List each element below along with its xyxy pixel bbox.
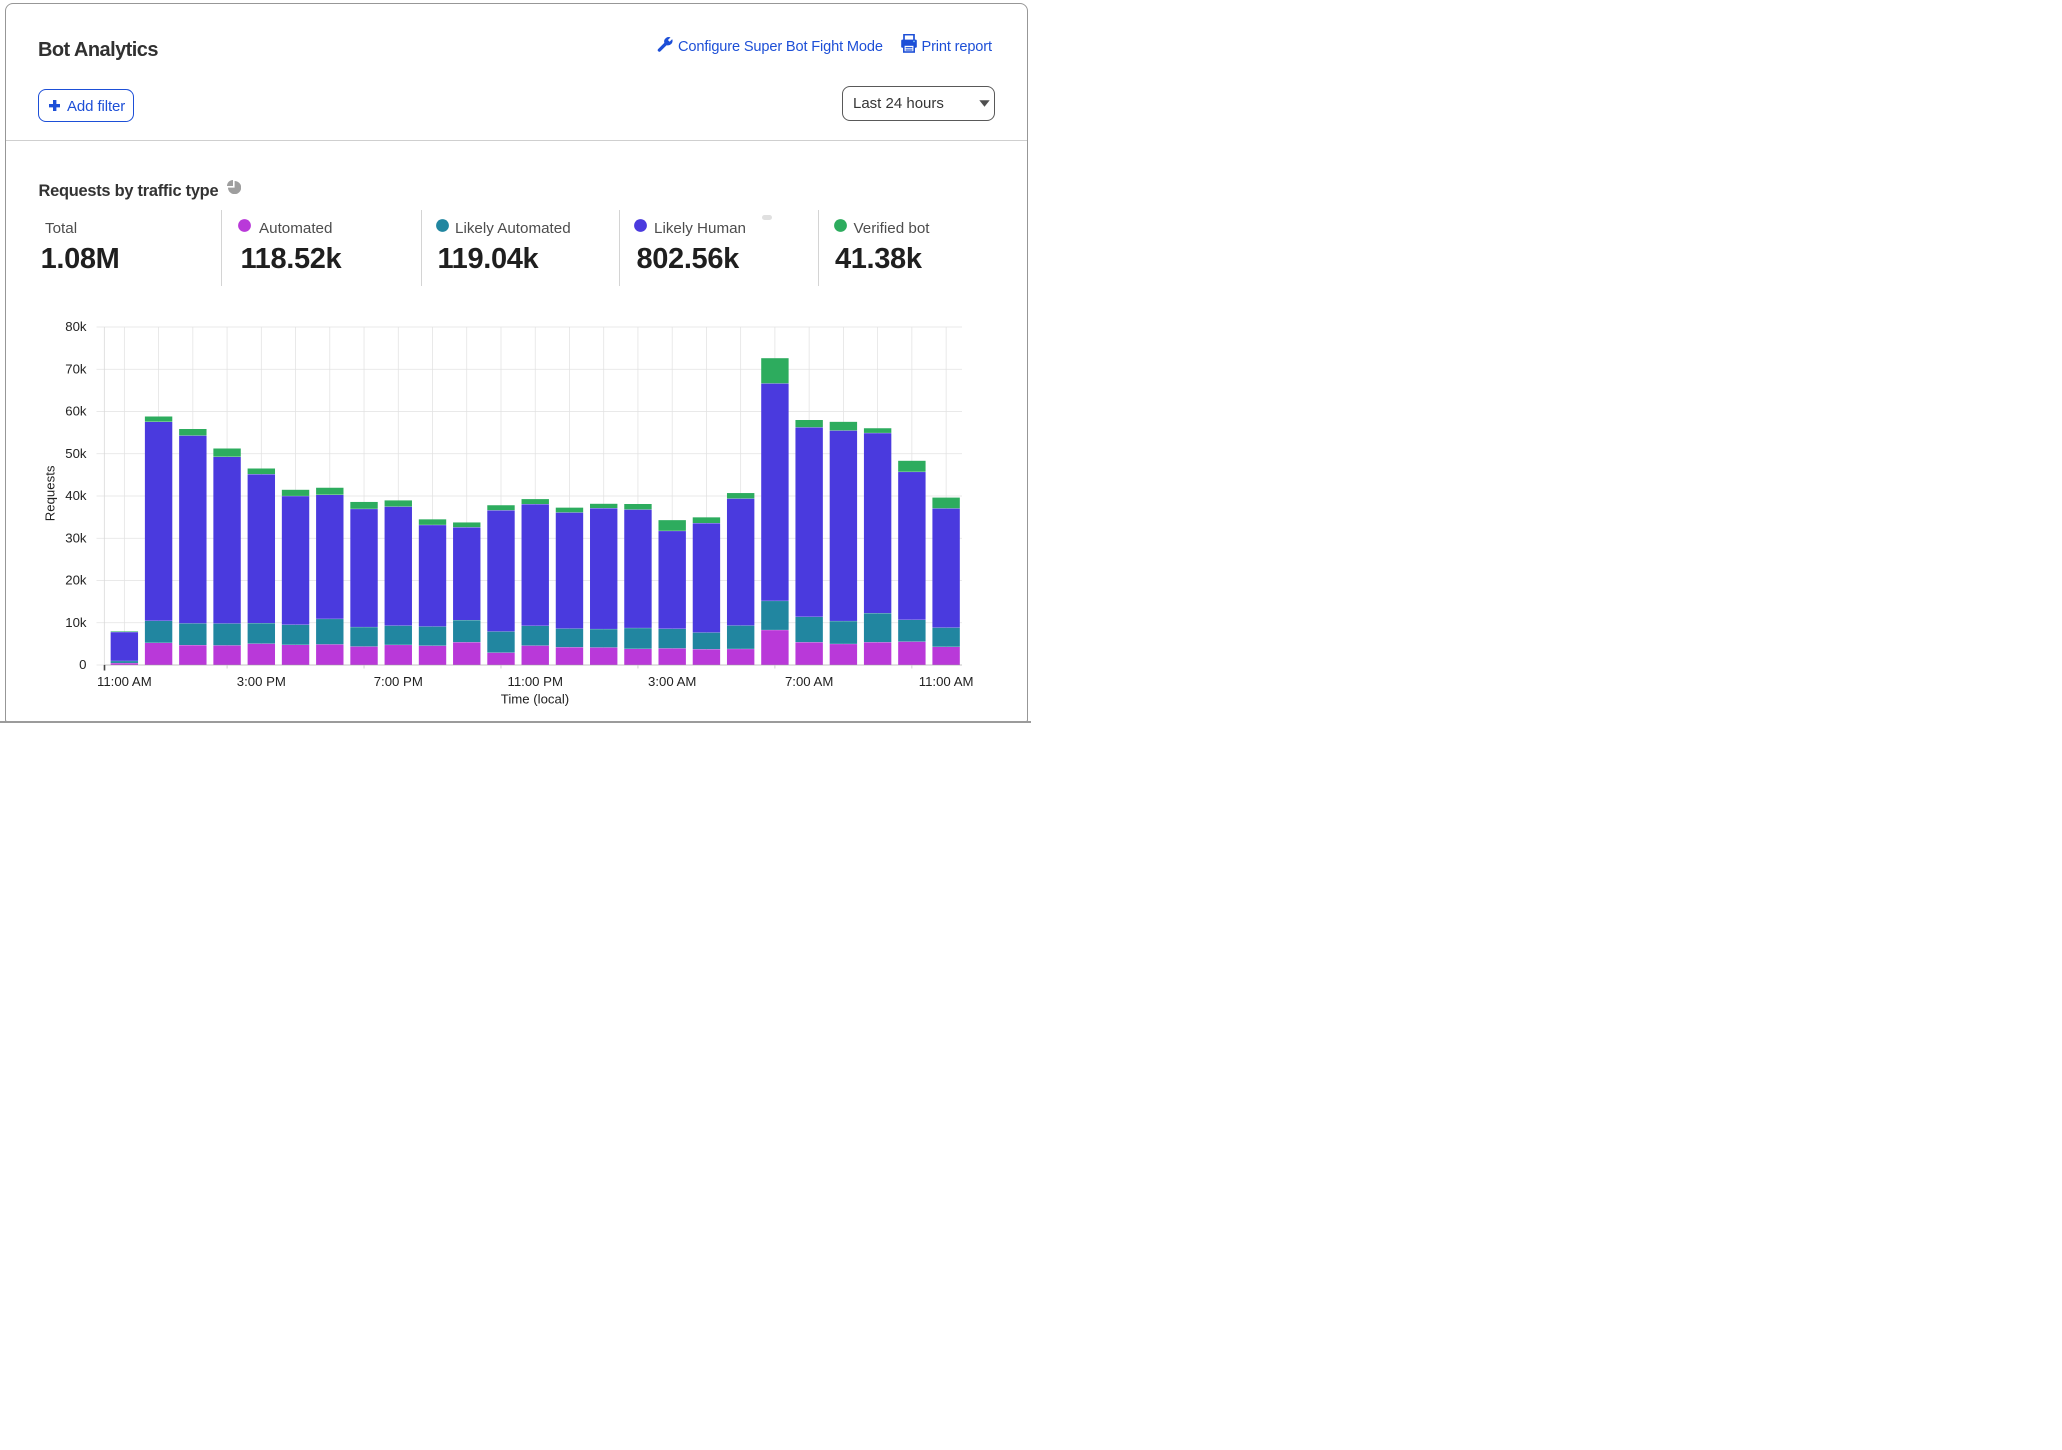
svg-text:30k: 30k: [65, 530, 87, 545]
svg-text:Requests: Requests: [43, 465, 58, 521]
svg-text:Time (local): Time (local): [501, 692, 569, 707]
svg-text:3:00 PM: 3:00 PM: [237, 674, 286, 689]
svg-text:7:00 AM: 7:00 AM: [785, 674, 833, 689]
svg-text:11:00 AM: 11:00 AM: [97, 674, 152, 689]
svg-text:10k: 10k: [65, 615, 87, 630]
svg-text:0: 0: [79, 657, 86, 672]
svg-text:7:00 PM: 7:00 PM: [374, 674, 423, 689]
svg-text:50k: 50k: [65, 446, 87, 461]
svg-text:40k: 40k: [65, 488, 87, 503]
svg-text:60k: 60k: [65, 404, 87, 419]
svg-text:20k: 20k: [65, 573, 87, 588]
svg-text:80k: 80k: [65, 319, 87, 334]
svg-text:3:00 AM: 3:00 AM: [648, 674, 696, 689]
svg-text:70k: 70k: [65, 361, 87, 376]
svg-text:11:00 AM: 11:00 AM: [919, 674, 974, 689]
svg-text:11:00 PM: 11:00 PM: [507, 674, 562, 689]
